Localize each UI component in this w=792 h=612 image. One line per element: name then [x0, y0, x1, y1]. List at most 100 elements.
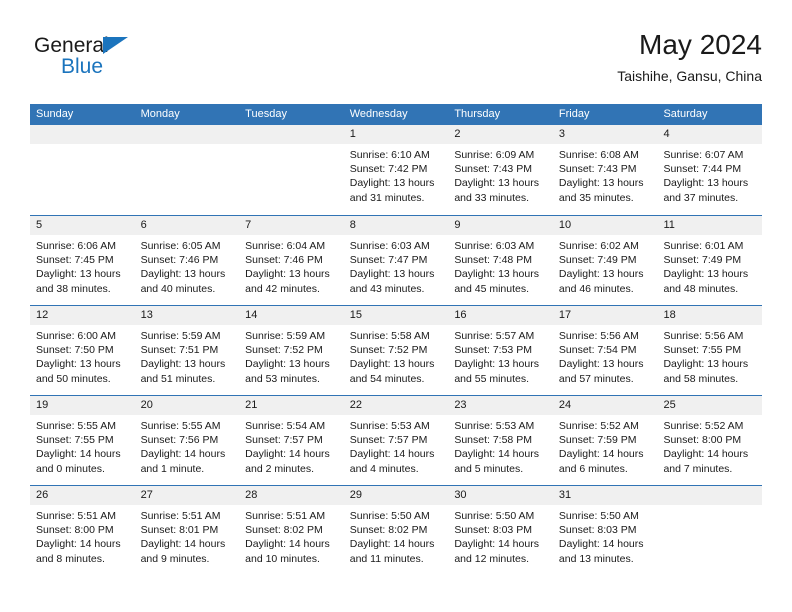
calendar-day-cell[interactable]: 1 Sunrise: 6:10 AM Sunset: 7:42 PM Daylight…: [343, 125, 449, 215]
calendar-day-cell[interactable]: 17 Sunrise: 5:56 AM Sunset: 7:54 PM Dayligh…: [552, 306, 658, 395]
calendar-day-cell[interactable]: 22 Sunrise: 5:53 AM Sunset: 7:57 PM Dayligh…: [343, 396, 449, 485]
day-detail-line: Sunrise: 5:52 AM: [558, 420, 639, 432]
day-number: 17: [552, 306, 658, 325]
calendar-day-cell[interactable]: 21 Sunrise: 5:54 AM Sunset: 7:57 PM Dayligh…: [239, 396, 344, 485]
calendar-day-cell[interactable]: 16 Sunrise: 5:57 AM Sunset: 7:53 PM Dayligh…: [448, 306, 553, 395]
day-detail-line: Sunset: 7:46 PM: [140, 254, 219, 267]
calendar-day-cell[interactable]: 7 Sunrise: 6:04 AM Sunset: 7:46 PM Daylight…: [239, 216, 344, 305]
calendar-weeks: 1 Sunrise: 6:10 AM Sunset: 7:42 PM Daylight…: [30, 125, 763, 575]
day-number: 12: [30, 306, 135, 325]
day-number: 18: [657, 306, 763, 325]
day-detail-line: and 7 minutes.: [663, 462, 733, 475]
calendar-day-cell[interactable]: 28 Sunrise: 5:51 AM Sunset: 8:02 PM Dayligh…: [239, 486, 344, 575]
day-number: 31: [552, 486, 658, 505]
generalblue-logo[interactable]: General Blue: [34, 34, 214, 86]
day-number: 20: [134, 396, 240, 415]
weekday-header-saturday: Saturday: [663, 108, 708, 120]
calendar-day-cell[interactable]: 15 Sunrise: 5:58 AM Sunset: 7:52 PM Dayligh…: [343, 306, 449, 395]
calendar-week-row: 1 Sunrise: 6:10 AM Sunset: 7:42 PM Daylight…: [30, 125, 763, 215]
calendar-day-cell[interactable]: 12 Sunrise: 6:00 AM Sunset: 7:50 PM Dayligh…: [30, 306, 135, 395]
weekday-header-row: Sunday Monday Tuesday Wednesday Thursday Frid…: [30, 104, 762, 125]
day-detail-line: Daylight: 13 hours: [140, 358, 226, 371]
day-detail-line: Sunrise: 5:50 AM: [558, 510, 639, 522]
calendar-day-cell[interactable]: 25 Sunrise: 5:52 AM Sunset: 8:00 PM Dayligh…: [657, 396, 763, 485]
day-detail-line: and 37 minutes.: [663, 191, 739, 204]
calendar-day-cell[interactable]: 10 Sunrise: 6:02 AM Sunset: 7:49 PM Dayligh…: [552, 216, 658, 305]
day-detail-line: and 13 minutes.: [558, 552, 634, 565]
calendar-day-cell[interactable]: 29 Sunrise: 5:50 AM Sunset: 8:02 PM Dayligh…: [343, 486, 449, 575]
day-detail-line: Sunrise: 5:50 AM: [349, 510, 430, 522]
day-detail-line: and 35 minutes.: [558, 191, 634, 204]
day-details: [657, 505, 762, 509]
calendar-day-cell[interactable]: 11 Sunrise: 6:01 AM Sunset: 7:49 PM Dayligh…: [657, 216, 763, 305]
day-details: Sunrise: 6:03 AM Sunset: 7:47 PM Daylight:…: [344, 235, 449, 296]
day-number: [239, 125, 344, 144]
calendar-day-cell[interactable]: 5 Sunrise: 6:06 AM Sunset: 7:45 PM Daylight…: [30, 216, 135, 305]
day-details: Sunrise: 6:10 AM Sunset: 7:42 PM Daylight:…: [344, 144, 449, 205]
calendar-day-cell[interactable]: 2 Sunrise: 6:09 AM Sunset: 7:43 PM Daylight…: [448, 125, 553, 215]
day-details: Sunrise: 5:57 AM Sunset: 7:53 PM Daylight:…: [448, 325, 553, 386]
day-number: 19: [30, 396, 135, 415]
day-detail-line: and 45 minutes.: [454, 282, 530, 295]
calendar-day-cell[interactable]: 26 Sunrise: 5:51 AM Sunset: 8:00 PM Dayligh…: [30, 486, 135, 575]
calendar-day-cell[interactable]: 14 Sunrise: 5:59 AM Sunset: 7:52 PM Dayligh…: [239, 306, 344, 395]
day-number: 10: [552, 216, 658, 235]
calendar-day-cell[interactable]: 6 Sunrise: 6:05 AM Sunset: 7:46 PM Daylight…: [134, 216, 240, 305]
day-detail-line: Sunrise: 5:51 AM: [245, 510, 326, 522]
day-detail-line: Sunset: 7:54 PM: [558, 344, 637, 357]
day-details: Sunrise: 6:01 AM Sunset: 7:49 PM Daylight:…: [657, 235, 762, 296]
day-details: [135, 144, 240, 148]
calendar-day-cell[interactable]: 20 Sunrise: 5:55 AM Sunset: 7:56 PM Dayligh…: [134, 396, 240, 485]
calendar-day-cell[interactable]: 23 Sunrise: 5:53 AM Sunset: 7:58 PM Dayligh…: [448, 396, 553, 485]
calendar-day-cell[interactable]: 24 Sunrise: 5:52 AM Sunset: 7:59 PM Dayligh…: [552, 396, 658, 485]
calendar-day-cell[interactable]: 3 Sunrise: 6:08 AM Sunset: 7:43 PM Daylight…: [552, 125, 658, 215]
day-details: Sunrise: 5:52 AM Sunset: 7:59 PM Daylight:…: [553, 415, 658, 476]
day-detail-line: Sunset: 7:56 PM: [140, 434, 219, 447]
day-detail-line: Sunrise: 6:03 AM: [454, 240, 535, 252]
day-detail-line: and 31 minutes.: [349, 191, 425, 204]
page-title: May 2024: [639, 29, 762, 60]
day-number: 2: [448, 125, 553, 144]
calendar-day-cell[interactable]: 19 Sunrise: 5:55 AM Sunset: 7:55 PM Dayligh…: [30, 396, 135, 485]
calendar-day-cell[interactable]: 4 Sunrise: 6:07 AM Sunset: 7:44 PM Daylight…: [657, 125, 763, 215]
weekday-header-sunday: Sunday: [36, 108, 74, 120]
day-detail-line: Sunset: 7:52 PM: [349, 344, 428, 357]
day-detail-line: and 10 minutes.: [245, 552, 320, 565]
day-detail-line: Sunset: 7:44 PM: [663, 163, 742, 176]
day-detail-line: Daylight: 13 hours: [454, 358, 539, 371]
day-detail-line: Sunrise: 5:59 AM: [245, 330, 326, 342]
calendar-day-cell-empty: [239, 125, 344, 215]
day-detail-line: and 9 minutes.: [140, 552, 210, 565]
day-detail-line: Sunrise: 6:09 AM: [454, 149, 535, 161]
day-details: [30, 144, 135, 148]
day-detail-line: Daylight: 14 hours: [454, 448, 539, 461]
day-detail-line: Sunset: 7:55 PM: [663, 344, 742, 357]
calendar-day-cell[interactable]: 13 Sunrise: 5:59 AM Sunset: 7:51 PM Dayligh…: [134, 306, 240, 395]
day-details: Sunrise: 6:02 AM Sunset: 7:49 PM Daylight:…: [553, 235, 658, 296]
day-detail-line: and 40 minutes.: [140, 282, 216, 295]
calendar-day-cell[interactable]: 30 Sunrise: 5:50 AM Sunset: 8:03 PM Dayligh…: [448, 486, 553, 575]
weekday-header-wednesday: Wednesday: [349, 108, 408, 120]
calendar-day-cell[interactable]: 27 Sunrise: 5:51 AM Sunset: 8:01 PM Dayligh…: [134, 486, 240, 575]
day-detail-line: Daylight: 13 hours: [663, 358, 749, 371]
day-detail-line: Sunrise: 6:06 AM: [36, 240, 116, 252]
calendar-day-cell[interactable]: 31 Sunrise: 5:50 AM Sunset: 8:03 PM Dayligh…: [552, 486, 658, 575]
day-detail-line: Sunrise: 5:55 AM: [140, 420, 221, 432]
day-detail-line: Sunrise: 6:01 AM: [663, 240, 744, 252]
day-detail-line: Sunrise: 5:53 AM: [349, 420, 430, 432]
day-number: 11: [657, 216, 763, 235]
day-detail-line: and 46 minutes.: [558, 282, 634, 295]
day-detail-line: and 53 minutes.: [245, 372, 320, 385]
calendar-day-cell[interactable]: 8 Sunrise: 6:03 AM Sunset: 7:47 PM Daylight…: [343, 216, 449, 305]
weekday-header-friday: Friday: [558, 108, 590, 120]
day-number: [30, 125, 135, 144]
day-details: Sunrise: 5:52 AM Sunset: 8:00 PM Daylight:…: [657, 415, 762, 476]
day-detail-line: Sunrise: 5:54 AM: [245, 420, 326, 432]
calendar-grid: Sunday Monday Tuesday Wednesday Thursday Frid…: [30, 104, 763, 575]
calendar-day-cell[interactable]: 9 Sunrise: 6:03 AM Sunset: 7:48 PM Daylight…: [448, 216, 553, 305]
day-number: 21: [239, 396, 344, 415]
calendar-day-cell[interactable]: 18 Sunrise: 5:56 AM Sunset: 7:55 PM Dayligh…: [657, 306, 763, 395]
day-number: 30: [448, 486, 553, 505]
day-detail-line: Daylight: 13 hours: [36, 358, 121, 371]
day-detail-line: and 33 minutes.: [454, 191, 530, 204]
